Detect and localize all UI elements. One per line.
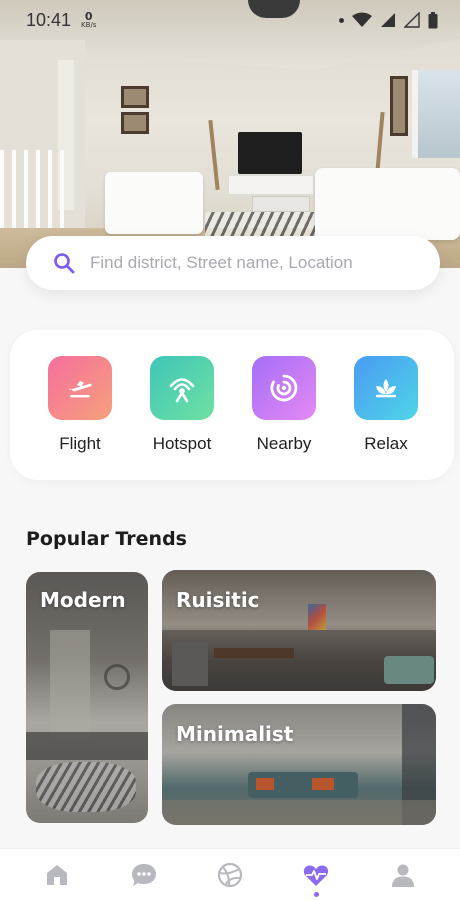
- trend-card-modern[interactable]: Modern: [26, 572, 148, 823]
- active-indicator-dot: [313, 891, 319, 897]
- category-label: Flight: [59, 434, 101, 453]
- category-label: Relax: [364, 434, 408, 453]
- dribbble-icon: [217, 862, 243, 887]
- search-input[interactable]: Find district, Street name, Location: [90, 253, 353, 273]
- nav-explore[interactable]: [200, 849, 260, 900]
- network-speed: 0 KB/s: [81, 11, 96, 29]
- nav-home[interactable]: [27, 849, 87, 900]
- category-label: Nearby: [256, 434, 312, 453]
- status-time: 10:41: [26, 9, 72, 30]
- search-bar[interactable]: Find district, Street name, Location: [26, 236, 440, 290]
- trend-card-ruisitic[interactable]: Ruisitic: [162, 570, 436, 691]
- trend-card-minimalist[interactable]: Minimalist: [162, 704, 436, 825]
- nav-chat[interactable]: [114, 849, 174, 900]
- battery-icon: [428, 11, 438, 28]
- search-icon: [54, 253, 75, 274]
- cell-signal-empty-icon: [404, 12, 420, 28]
- cell-signal-icon: [381, 13, 395, 27]
- category-relax[interactable]: Relax: [346, 356, 426, 454]
- category-label: Hotspot: [152, 434, 212, 453]
- trend-card-label: Minimalist: [176, 722, 294, 746]
- heart-pulse-icon: [304, 864, 329, 886]
- wifi-icon: [352, 12, 372, 27]
- flight-icon: [48, 356, 112, 420]
- trend-card-label: Modern: [40, 588, 126, 612]
- nav-health[interactable]: [286, 849, 346, 900]
- category-flight[interactable]: Flight: [40, 356, 120, 454]
- section-title: Popular Trends: [26, 528, 187, 550]
- category-nearby[interactable]: Nearby: [244, 356, 324, 454]
- hero-room-image: [0, 0, 460, 268]
- nearby-icon: [252, 356, 316, 420]
- trend-card-label: Ruisitic: [176, 588, 260, 612]
- notification-dot-icon: [339, 17, 344, 23]
- chat-icon: [131, 863, 156, 886]
- status-bar: 10:41 0 KB/s: [0, 0, 460, 40]
- home-icon: [47, 864, 68, 885]
- relax-icon: [354, 356, 418, 420]
- hotspot-icon: [150, 356, 214, 420]
- network-speed-unit: KB/s: [81, 21, 97, 29]
- category-hotspot[interactable]: Hotspot: [142, 356, 222, 454]
- category-panel: Flight Hotspot Nearby Relax: [10, 330, 454, 480]
- profile-icon: [391, 864, 414, 887]
- nav-profile[interactable]: [373, 849, 433, 900]
- bottom-nav: [0, 848, 460, 900]
